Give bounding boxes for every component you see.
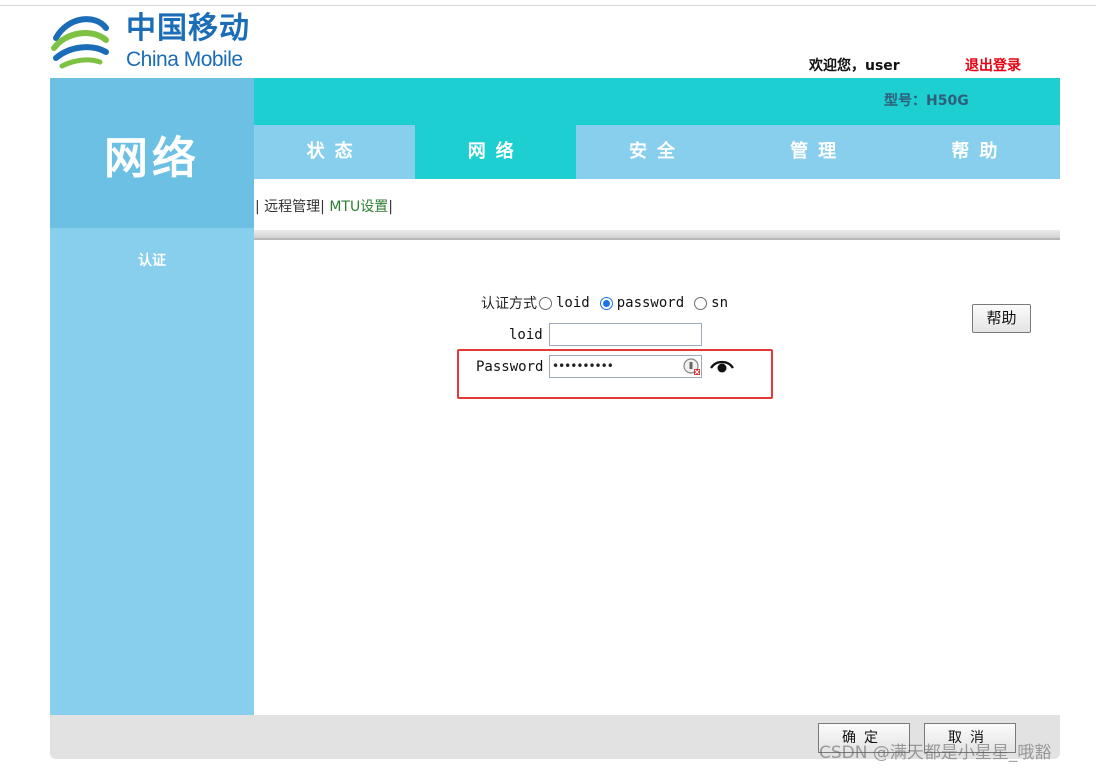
sidebar: 认证	[50, 228, 254, 715]
sub-navigation: | 远程管理| MTU设置|	[255, 196, 393, 216]
password-highlight-box	[457, 349, 773, 399]
subnav-separator: |	[320, 199, 330, 215]
subnav-remote-management[interactable]: 远程管理	[264, 199, 320, 215]
radio-loid[interactable]	[539, 296, 552, 310]
loid-input[interactable]	[549, 323, 702, 346]
subnav-separator: |	[388, 199, 393, 215]
help-button[interactable]: 帮助	[972, 304, 1031, 333]
tab-network[interactable]: 网络	[415, 125, 577, 179]
loid-label: loid	[509, 327, 543, 343]
sidebar-header: 网络	[50, 78, 254, 228]
sidebar-item-auth[interactable]: 认证	[50, 250, 254, 270]
content-divider	[254, 230, 1060, 240]
radio-sn-label: sn	[711, 295, 729, 311]
radio-password-label: password	[616, 295, 685, 311]
csdn-watermark: CSDN @满天都是小星星_哦豁	[819, 743, 1052, 763]
brand-name-en: China Mobile	[126, 48, 243, 71]
sidebar-title: 网络	[104, 133, 200, 184]
top-banner: 型号：H50G	[254, 78, 1060, 125]
auth-method-label: 认证方式	[481, 296, 537, 312]
tab-security[interactable]: 安全	[576, 125, 738, 179]
subnav-separator: |	[255, 199, 265, 215]
radio-sn[interactable]	[694, 296, 708, 310]
tab-help[interactable]: 帮助	[898, 125, 1060, 179]
model-label: 型号：H50G	[884, 93, 969, 109]
subnav-mtu-settings[interactable]: MTU设置	[329, 199, 388, 215]
tab-status[interactable]: 状态	[254, 125, 416, 179]
welcome-text: 欢迎您，user	[809, 58, 900, 74]
main-tabs: 状态 网络 安全 管理 帮助	[254, 125, 1060, 179]
brand-name-cn: 中国移动	[126, 11, 250, 46]
top-border	[0, 5, 1096, 6]
auth-method-row: 认证方式 loid password sn	[481, 293, 736, 313]
logout-link[interactable]: 退出登录	[965, 55, 1021, 75]
radio-password[interactable]	[599, 296, 613, 310]
china-mobile-logo-icon	[51, 16, 109, 69]
china-mobile-logo: 中国移动 China Mobile	[48, 8, 258, 76]
radio-loid-label: loid	[556, 295, 590, 311]
tab-management[interactable]: 管理	[737, 125, 899, 179]
